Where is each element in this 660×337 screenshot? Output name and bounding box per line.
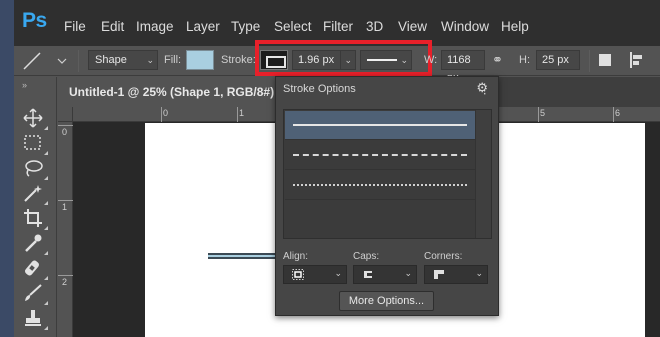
- menu-select[interactable]: Select: [274, 19, 312, 34]
- width-field[interactable]: 1168 px: [441, 50, 485, 84]
- line-tool-icon: [23, 52, 67, 70]
- crop-tool-icon[interactable]: [22, 208, 48, 230]
- caps-dropdown[interactable]: ⌄: [353, 265, 417, 284]
- chevron-down-icon: ⌄: [146, 55, 154, 65]
- marquee-tool-icon[interactable]: [22, 133, 48, 155]
- ruler-label: 5: [540, 108, 546, 118]
- ruler-tick: [58, 200, 73, 201]
- chevron-down-icon: ⌄: [475, 268, 483, 278]
- dashed-line-icon: [293, 154, 467, 156]
- stroke-color-swatch[interactable]: [260, 50, 288, 70]
- stroke-type-dropdown[interactable]: ⌄: [360, 50, 412, 70]
- menu-view[interactable]: View: [398, 19, 427, 34]
- brush-tool-icon[interactable]: [22, 283, 48, 305]
- solid-line-icon: [367, 59, 397, 61]
- height-label: H:: [519, 54, 530, 66]
- menu-window[interactable]: Window: [441, 19, 489, 34]
- chevron-down-icon: ⌄: [400, 55, 408, 65]
- divider: [589, 50, 590, 72]
- stroke-style-dotted[interactable]: [285, 171, 475, 200]
- collapse-arrows-icon[interactable]: »: [22, 80, 27, 90]
- menu-file[interactable]: File: [64, 19, 86, 34]
- path-alignment-icon[interactable]: [628, 50, 646, 70]
- scrollbar[interactable]: [475, 110, 491, 238]
- tool-mode-dropdown[interactable]: Shape ⌄: [88, 50, 158, 70]
- photoshop-logo: Ps: [22, 9, 47, 32]
- stroke-style-solid[interactable]: [285, 111, 475, 140]
- width-label: W:: [424, 54, 438, 66]
- ruler-label: 0: [62, 127, 68, 137]
- ruler-label: 6: [615, 108, 621, 118]
- menu-bar: Ps File Edit Image Layer Type Select Fil…: [14, 0, 660, 46]
- divider: [78, 50, 79, 72]
- lasso-tool-icon[interactable]: [22, 158, 48, 180]
- corners-dropdown[interactable]: ⌄: [424, 265, 488, 284]
- menu-filter[interactable]: Filter: [323, 19, 353, 34]
- menu-type[interactable]: Type: [231, 19, 260, 34]
- menu-help[interactable]: Help: [501, 19, 529, 34]
- more-options-button[interactable]: More Options...: [339, 291, 434, 311]
- chevron-down-icon: ⌄: [334, 268, 342, 278]
- solid-line-icon: [293, 124, 467, 126]
- caps-label: Caps:: [353, 251, 380, 262]
- stroke-width-value: 1.96 px: [298, 54, 335, 66]
- ruler-tick: [237, 107, 238, 122]
- link-icon[interactable]: ⚭: [492, 52, 503, 68]
- menu-3d[interactable]: 3D: [366, 19, 383, 34]
- fill-label: Fill:: [164, 54, 182, 66]
- ruler-tick: [613, 107, 614, 122]
- document-tab[interactable]: Untitled-1 @ 25% (Shape 1, RGB/8#) *: [58, 77, 282, 129]
- ruler-origin[interactable]: [58, 107, 73, 122]
- menu-image[interactable]: Image: [136, 19, 174, 34]
- eyedropper-tool-icon[interactable]: [22, 233, 48, 255]
- corners-label: Corners:: [424, 251, 463, 262]
- height-value: 25 px: [542, 54, 569, 66]
- miter-join-icon: [434, 270, 444, 279]
- butt-cap-icon: [364, 271, 372, 278]
- ruler-label: 1: [62, 202, 68, 212]
- dotted-line-icon: [293, 184, 467, 186]
- ruler-label: 1: [239, 108, 245, 118]
- ruler-label: 0: [163, 108, 169, 118]
- ruler-tick: [58, 125, 73, 126]
- ruler-tick: [538, 107, 539, 122]
- photoshop-window: Ps File Edit Image Layer Type Select Fil…: [14, 0, 660, 337]
- ruler-tick: [58, 275, 73, 276]
- stroke-options-panel: Stroke Options ⚙̣ Align: Caps: Corners: …: [275, 76, 499, 316]
- vertical-ruler[interactable]: 0 1 2: [58, 122, 73, 337]
- align-label: Align:: [283, 251, 309, 262]
- tool-preset-picker[interactable]: [20, 49, 74, 73]
- chevron-down-icon: ⌄: [404, 268, 412, 278]
- stroke-style-list: [283, 109, 492, 239]
- move-tool-icon[interactable]: [22, 108, 48, 130]
- path-operations-icon[interactable]: [599, 54, 611, 66]
- stroke-options-title: Stroke Options: [283, 83, 356, 95]
- healing-brush-tool-icon[interactable]: [22, 258, 48, 280]
- fill-color-swatch[interactable]: [186, 50, 214, 70]
- tools-panel: »: [14, 77, 57, 337]
- clone-stamp-tool-icon[interactable]: [22, 308, 48, 330]
- menu-edit[interactable]: Edit: [101, 19, 124, 34]
- stroke-width-dropdown[interactable]: ⌄: [340, 50, 356, 70]
- align-dropdown[interactable]: ⌄: [283, 265, 347, 284]
- align-inside-icon: [292, 269, 304, 280]
- tool-mode-value: Shape: [95, 54, 127, 66]
- gear-icon[interactable]: ⚙̣: [476, 80, 488, 96]
- stroke-label: Stroke:: [221, 54, 256, 66]
- ruler-tick: [161, 107, 162, 122]
- menu-layer[interactable]: Layer: [186, 19, 220, 34]
- magic-wand-tool-icon[interactable]: [22, 183, 48, 205]
- stroke-style-dashed[interactable]: [285, 141, 475, 170]
- ruler-label: 2: [62, 277, 68, 287]
- chevron-down-icon: ⌄: [344, 55, 352, 65]
- height-field[interactable]: 25 px: [536, 50, 580, 70]
